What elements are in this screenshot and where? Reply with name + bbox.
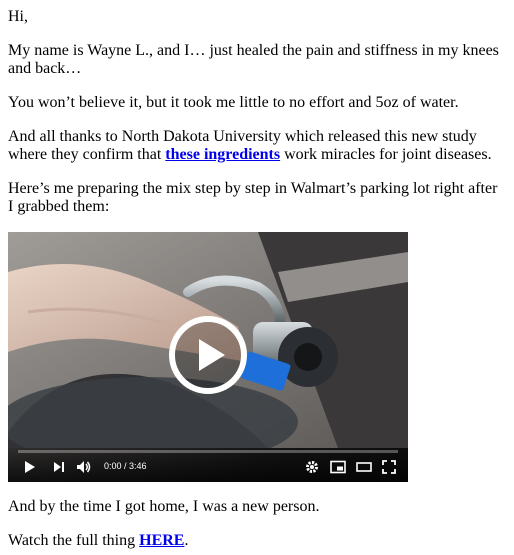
walmart-paragraph: Here’s me preparing the mix step by step… xyxy=(8,180,498,215)
settings-icon[interactable] xyxy=(304,460,320,474)
watch-text-before: Watch the full thing xyxy=(8,532,140,549)
study-paragraph: And all thanks to North Dakota Universit… xyxy=(8,128,506,164)
miniplayer-icon[interactable] xyxy=(330,460,346,474)
next-icon[interactable] xyxy=(52,460,66,474)
video-player[interactable]: 0:00 / 3:46 xyxy=(8,232,408,482)
fullscreen-icon[interactable] xyxy=(382,460,396,474)
video-time: 0:00 / 3:46 xyxy=(104,461,147,471)
volume-icon[interactable] xyxy=(76,460,92,474)
watch-paragraph: Watch the full thing HERE. xyxy=(8,532,506,550)
ingredients-link[interactable]: these ingredients xyxy=(165,146,280,163)
watch-text-after: . xyxy=(184,532,189,549)
after-video-paragraph: And by the time I got home, I was a new … xyxy=(8,498,320,515)
study-text-after: work miracles for joint diseases. xyxy=(280,146,492,163)
theater-icon[interactable] xyxy=(356,460,372,474)
intro-paragraph: My name is Wayne L., and I… just healed … xyxy=(8,42,499,77)
play-icon[interactable] xyxy=(22,460,36,474)
email-body: Hi, My name is Wayne L., and I… just hea… xyxy=(0,0,514,550)
big-play-button[interactable] xyxy=(168,315,248,395)
progress-bar[interactable] xyxy=(18,450,398,453)
watch-here-link[interactable]: HERE xyxy=(139,532,184,549)
video-controls-bar: 0:00 / 3:46 xyxy=(8,448,408,482)
greeting: Hi, xyxy=(8,8,28,25)
claim-paragraph: You won’t believe it, but it took me lit… xyxy=(8,94,459,111)
